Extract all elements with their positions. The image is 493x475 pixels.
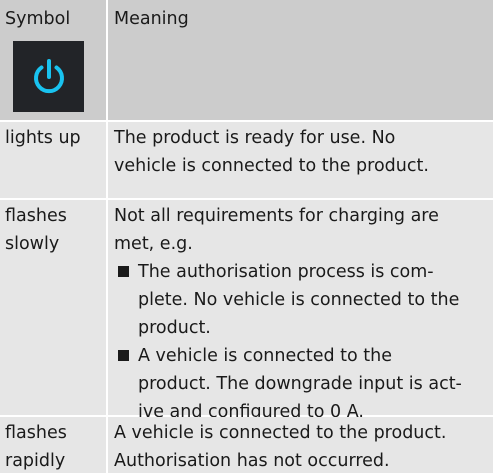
meaning-text: The product is ready for use. No vehicle… (108, 122, 493, 180)
bullet-line: product. The downgrade input is act- (138, 374, 462, 394)
table-row: lights up The product is ready for use. … (0, 122, 493, 198)
meaning-line: Authorisation has not occurred. (114, 451, 390, 471)
state-line: rapidly (5, 451, 66, 471)
bullet-line: A vehicle is connected to the (138, 346, 393, 366)
meaning-text: A vehicle is connected to the product. A… (108, 417, 493, 475)
led-meaning-table: Symbol Meaning lights up The product is … (0, 0, 493, 473)
symbol-header: Symbol (5, 9, 71, 29)
state-line: flashes (5, 423, 67, 443)
meaning-header-cell: Meaning (108, 0, 493, 120)
state-label: flashes rapidly (0, 417, 106, 475)
meaning-header: Meaning (114, 9, 189, 29)
bullet-item: A vehicle is connected to the product. T… (114, 342, 493, 426)
meaning-line: Not all requirements for charging are (114, 206, 439, 226)
meaning-cell: A vehicle is connected to the product. A… (108, 417, 493, 473)
meaning-line: met, e.g. (114, 234, 193, 254)
bullet-line: The authorisation process is com- (138, 262, 434, 282)
bullet-item: The authorisation process is com- plete.… (114, 258, 493, 342)
state-label: lights up (0, 122, 106, 152)
state-label: flashes slowly (0, 200, 106, 258)
state-cell: flashes slowly (0, 200, 106, 415)
power-icon (33, 58, 64, 93)
meaning-text: Not all requirements for charging are me… (108, 200, 493, 426)
state-cell: flashes rapidly (0, 417, 106, 473)
table-header-row: Symbol Meaning (0, 0, 493, 120)
bullet-line: plete. No vehicle is connected to the (138, 290, 460, 310)
state-line: slowly (5, 234, 60, 254)
square-bullet-icon (118, 266, 129, 277)
square-bullet-icon (118, 350, 129, 361)
power-icon-tile (13, 41, 84, 112)
meaning-cell: The product is ready for use. No vehicle… (108, 122, 493, 198)
symbol-header-cell: Symbol (0, 0, 106, 120)
meaning-cell: Not all requirements for charging are me… (108, 200, 493, 422)
state-line: flashes (5, 206, 67, 226)
state-line: lights up (5, 128, 81, 148)
meaning-line: The product is ready for use. No (114, 128, 396, 148)
meaning-line: A vehicle is connected to the product. (114, 423, 447, 443)
state-cell: lights up (0, 122, 106, 198)
table-row: flashes rapidly A vehicle is connected t… (0, 417, 493, 473)
meaning-line: vehicle is connected to the product. (114, 156, 429, 176)
bullet-line: product. (138, 318, 211, 338)
table-row: flashes slowly Not all requirements for … (0, 200, 493, 422)
